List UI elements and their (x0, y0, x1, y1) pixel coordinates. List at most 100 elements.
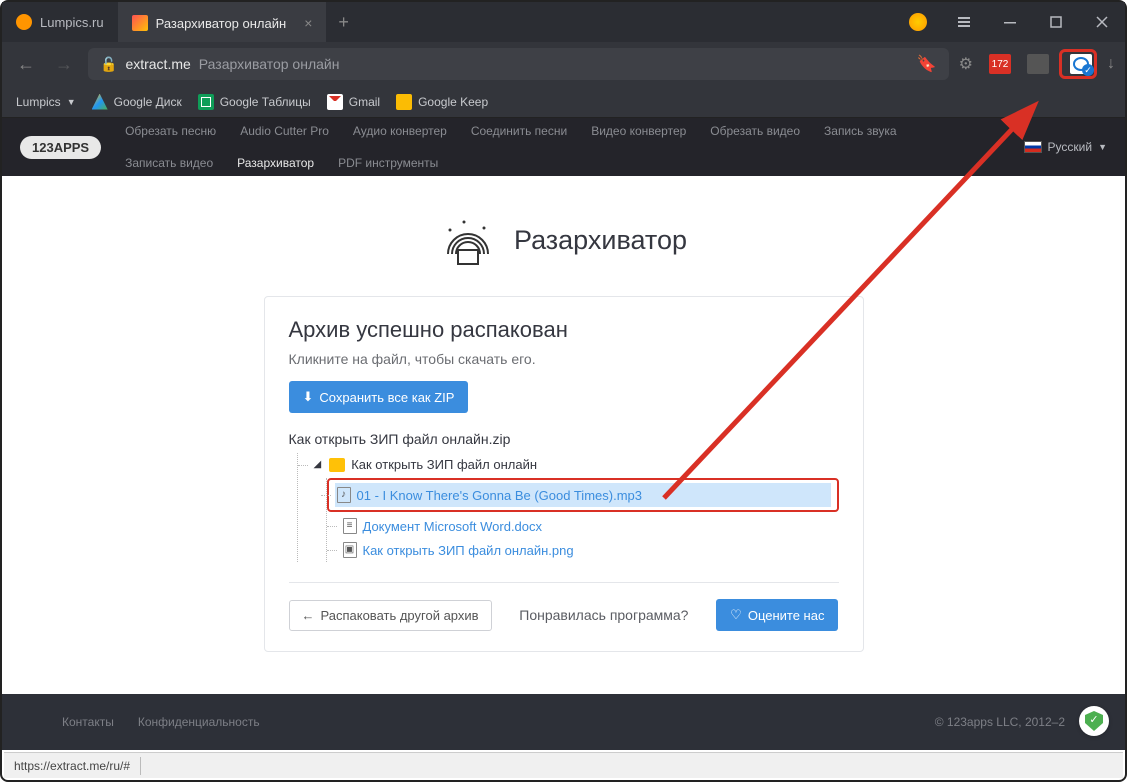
nav-link[interactable]: Audio Cutter Pro (240, 124, 329, 138)
nav-link[interactable]: Аудио конвертер (353, 124, 447, 138)
extension-icon[interactable]: ⚙ (959, 54, 973, 74)
new-tab-button[interactable]: + (326, 12, 361, 33)
bookmark-keep[interactable]: Google Keep (396, 94, 488, 110)
bookmark-label: Google Диск (114, 95, 182, 109)
nav-link[interactable]: Запись звука (824, 124, 897, 138)
address-input[interactable]: 🔓 extract.me Разархиватор онлайн 🔖 (88, 48, 949, 80)
lock-icon: 🔓 (100, 56, 117, 73)
emoji-icon[interactable] (909, 13, 927, 31)
nav-link[interactable]: Обрезать видео (710, 124, 800, 138)
file-highlight: 01 - I Know There's Gonna Be (Good Times… (327, 478, 839, 512)
flag-icon (1024, 141, 1042, 153)
bookmark-label: Lumpics (16, 95, 61, 109)
nav-link-active[interactable]: Разархиватор (237, 156, 314, 170)
download-icon: ⬇ (303, 389, 314, 405)
nav-link[interactable]: PDF инструменты (338, 156, 438, 170)
tab-label: Разархиватор онлайн (156, 16, 287, 31)
music-file-icon (337, 487, 351, 503)
tab-extract[interactable]: Разархиватор онлайн × (118, 2, 327, 42)
doc-file-icon (343, 518, 357, 534)
page-content: Разархиватор Архив успешно распакован Кл… (2, 176, 1125, 652)
close-icon[interactable]: × (304, 15, 312, 31)
chevron-down-icon: ▼ (67, 97, 76, 107)
image-file-icon (343, 542, 357, 558)
logo-123apps[interactable]: 123APPS (20, 136, 101, 159)
folder-label: Как открыть ЗИП файл онлайн (351, 457, 537, 472)
nav-link[interactable]: Обрезать песню (125, 124, 216, 138)
button-label: Сохранить все как ZIP (319, 390, 454, 405)
bookmark-gdrive[interactable]: Google Диск (92, 94, 182, 110)
button-label: Распаковать другой архив (321, 608, 479, 623)
url-domain: extract.me (125, 56, 190, 72)
chevron-down-icon: ▼ (1098, 142, 1107, 152)
folder-icon (329, 458, 345, 472)
success-subtext: Кликните на файл, чтобы скачать его. (289, 351, 839, 367)
file-label: Как открыть ЗИП файл онлайн.png (363, 543, 574, 558)
gmail-icon (327, 94, 343, 110)
sheets-icon (198, 94, 214, 110)
archive-name: Как открыть ЗИП файл онлайн.zip (289, 431, 839, 447)
bookmark-sheets[interactable]: Google Таблицы (198, 94, 311, 110)
site-footer: Контакты Конфиденциальность © 123apps LL… (2, 694, 1125, 750)
result-card: Архив успешно распакован Кликните на фай… (264, 296, 864, 652)
bookmark-label: Google Keep (418, 95, 488, 109)
language-label: Русский (1048, 140, 1093, 154)
nav-link[interactable]: Соединить песни (471, 124, 567, 138)
tree-file[interactable]: Как открыть ЗИП файл онлайн.png (341, 538, 839, 562)
tree-folder[interactable]: ◢ Как открыть ЗИП файл онлайн (312, 453, 839, 476)
footer-link[interactable]: Конфиденциальность (138, 715, 260, 729)
file-label: 01 - I Know There's Gonna Be (Good Times… (357, 488, 643, 503)
heart-icon: ♡ (730, 607, 742, 623)
archive-icon (440, 212, 496, 268)
extension-badge[interactable]: 172 (989, 54, 1011, 74)
back-arrow-icon: ← (302, 608, 315, 623)
url-title: Разархиватор онлайн (199, 56, 340, 72)
maximize-button[interactable] (1033, 2, 1079, 42)
success-heading: Архив успешно распакован (289, 317, 839, 343)
apps-nav: 123APPS Обрезать песню Audio Cutter Pro … (2, 118, 1125, 176)
status-url: https://extract.me/ru/# (14, 759, 130, 773)
keep-icon (396, 94, 412, 110)
statusbar: https://extract.me/ru/# (4, 752, 1123, 778)
tree-file-selected[interactable]: 01 - I Know There's Gonna Be (Good Times… (335, 483, 831, 507)
footer-link[interactable]: Контакты (62, 715, 114, 729)
file-label: Документ Microsoft Word.docx (363, 519, 543, 534)
card-footer: ← Распаковать другой архив Понравилась п… (289, 582, 839, 631)
save-all-zip-button[interactable]: ⬇ Сохранить все как ZIP (289, 381, 469, 413)
forward-button[interactable]: → (50, 54, 78, 75)
nav-link[interactable]: Записать видео (125, 156, 213, 170)
tab-label: Lumpics.ru (40, 15, 104, 30)
addressbar: ← → 🔓 extract.me Разархиватор онлайн 🔖 ⚙… (2, 42, 1125, 86)
page-title: Разархиватор (514, 225, 687, 256)
caret-icon: ◢ (314, 459, 322, 470)
extension-icon[interactable] (1027, 54, 1049, 74)
bookmark-label: Gmail (349, 95, 380, 109)
security-shield[interactable] (1079, 706, 1109, 736)
copyright-text: © 123apps LLC, 2012–2 (935, 715, 1065, 729)
downloads-button[interactable]: ↓ (1107, 55, 1115, 73)
language-selector[interactable]: Русский ▼ (1024, 140, 1107, 154)
rate-us-button[interactable]: ♡ Оцените нас (716, 599, 838, 631)
nav-link[interactable]: Видео конвертер (591, 124, 686, 138)
favicon-icon (16, 14, 32, 30)
bookmark-label: Google Таблицы (220, 95, 311, 109)
back-button[interactable]: ← (12, 54, 40, 75)
apps-nav-links: Обрезать песню Audio Cutter Pro Аудио ко… (125, 124, 905, 170)
bookmark-gmail[interactable]: Gmail (327, 94, 380, 110)
bookmark-folder-lumpics[interactable]: Lumpics ▼ (16, 95, 76, 109)
minimize-button[interactable] (987, 2, 1033, 42)
bookmark-icon[interactable]: 🔖 (917, 54, 937, 74)
tab-lumpics[interactable]: Lumpics.ru (2, 2, 118, 42)
tree-file[interactable]: Документ Microsoft Word.docx (341, 514, 839, 538)
button-label: Оцените нас (748, 608, 825, 623)
page-header: Разархиватор (440, 212, 687, 268)
gdrive-icon (92, 94, 108, 110)
titlebar: Lumpics.ru Разархиватор онлайн × + (2, 2, 1125, 42)
bookmarks-bar: Lumpics ▼ Google Диск Google Таблицы Gmai… (2, 86, 1125, 118)
browser-menu-button[interactable] (941, 2, 987, 42)
close-button[interactable] (1079, 2, 1125, 42)
unpack-another-button[interactable]: ← Распаковать другой архив (289, 600, 492, 631)
like-question: Понравилась программа? (519, 607, 688, 623)
download-indicator[interactable] (1059, 49, 1097, 79)
shield-icon (1085, 711, 1103, 731)
